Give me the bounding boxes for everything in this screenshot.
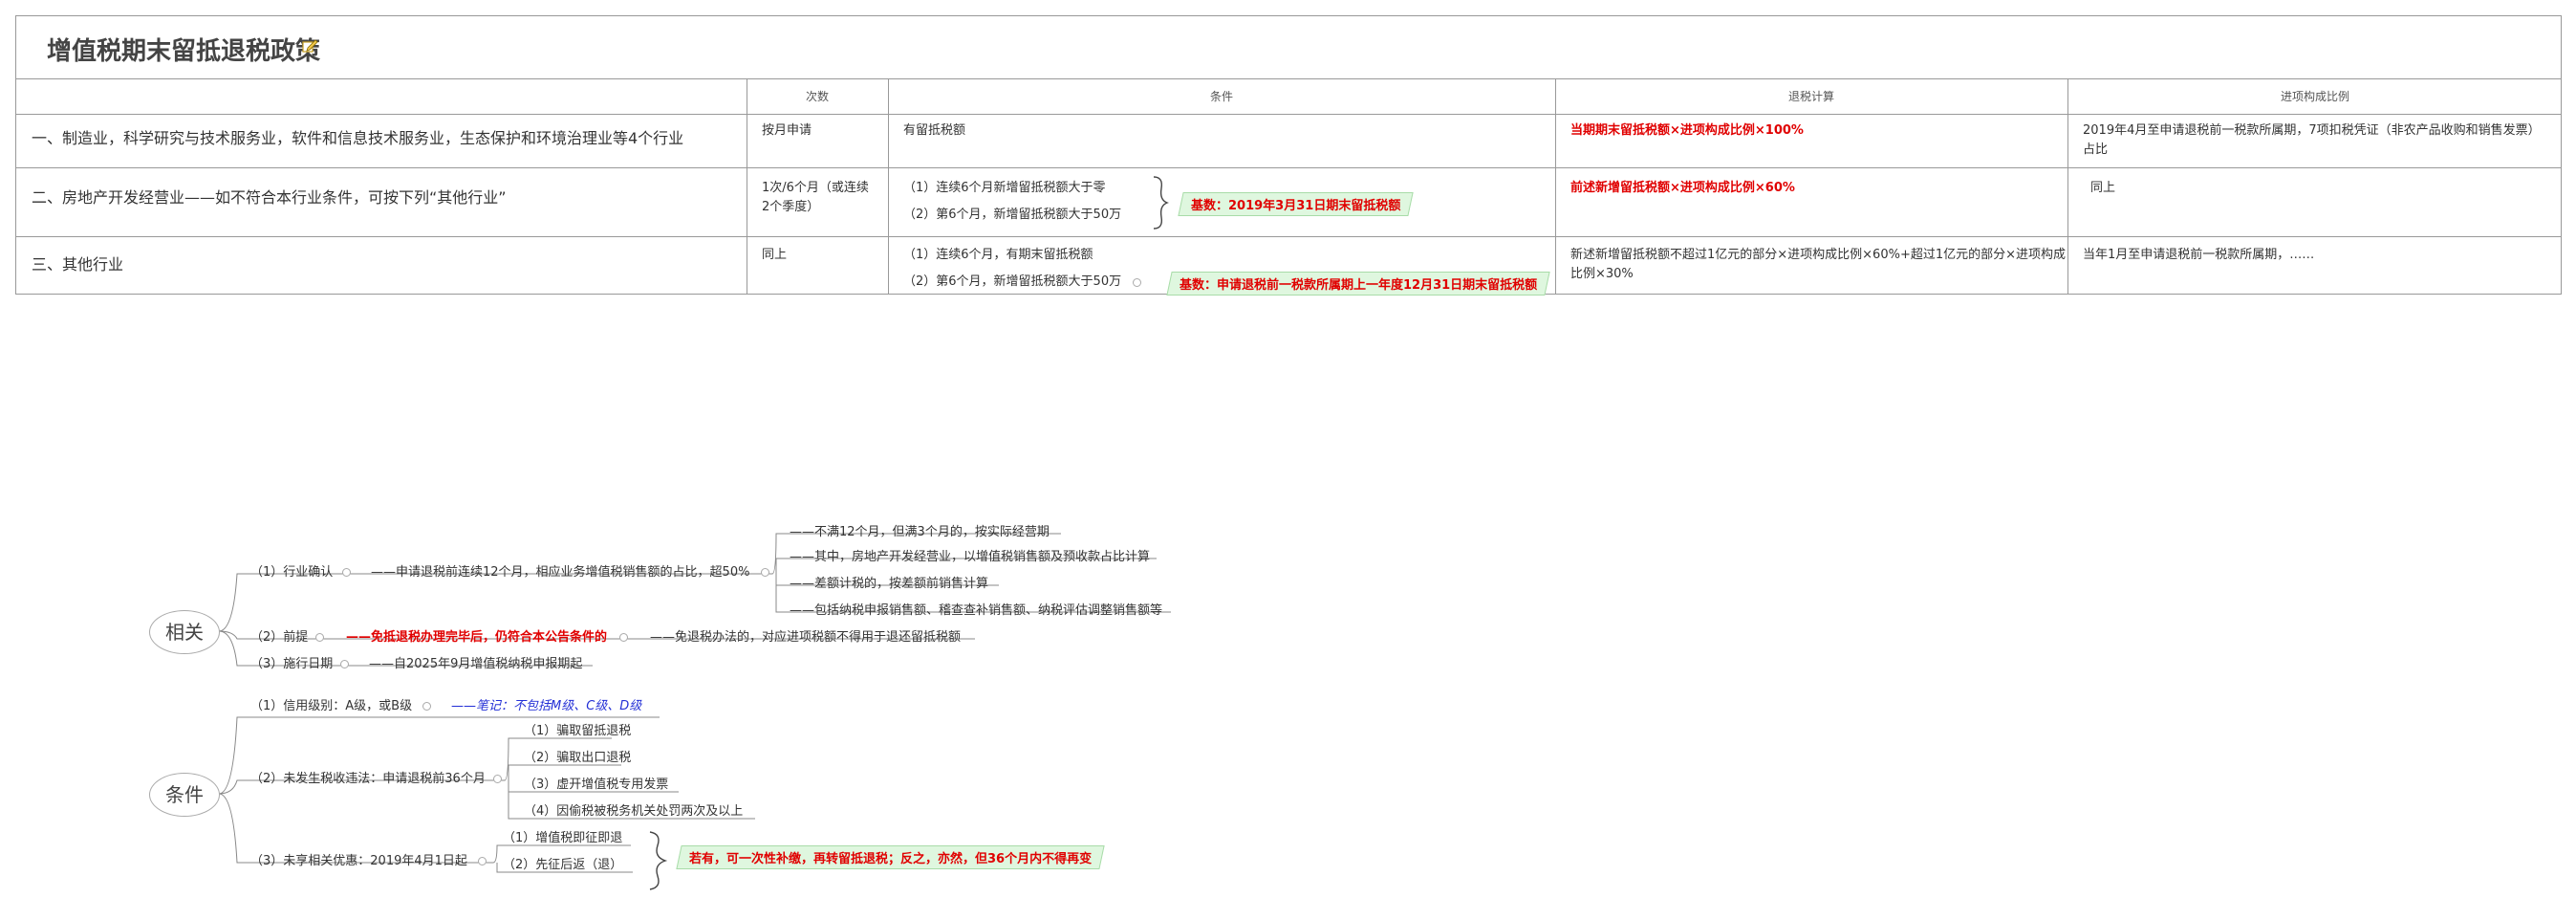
node-premise[interactable]: （2）前提 [250, 629, 308, 646]
industry-cell: 三、其他行业 [32, 255, 124, 274]
policy-table: 增值税期末留抵退税政策 次数 条件 退税计算 进项构成比例 一、制造业，科学研究… [15, 15, 2562, 296]
base-note-text: 基数：申请退税前一税款所属期上一年度12月31日期末留抵税额 [1180, 278, 1538, 293]
refund-calc-cell: 当期期末留抵税额×进项构成比例×100% [1570, 123, 1804, 138]
header-refund-calc: 退税计算 [1787, 90, 1834, 103]
node-premise-note[interactable]: ——免抵退税办理完毕后，仍符合本公告条件的 [346, 629, 607, 646]
frequency-cell: 按月申请 [762, 123, 812, 138]
header-frequency: 次数 [805, 90, 829, 103]
node-industry-confirm[interactable]: （1）行业确认 [250, 564, 333, 581]
base-note-tag: 基数：申请退税前一税款所属期上一年度12月31日期末留抵税额 [1166, 272, 1550, 296]
node-violation-item[interactable]: （2）骗取出口退税 [524, 750, 631, 767]
condition-item: （2）第6个月，新增留抵税额大于50万 [903, 208, 1122, 222]
condition-item: （2）第6个月，新增留抵税额大于50万 [903, 274, 1122, 289]
edit-note-icon[interactable] [301, 37, 318, 55]
collapse-toggle[interactable] [422, 702, 431, 711]
condition-item: （1）连续6个月，有期末留抵税额 [903, 248, 1093, 262]
header-input-ratio: 进项构成比例 [2280, 90, 2349, 103]
node-credit-level[interactable]: （1）信用级别：A级，或B级 [250, 698, 412, 715]
collapse-toggle[interactable] [478, 857, 487, 865]
title-bar: 增值税期末留抵退税政策 [16, 16, 2561, 79]
node-violation-item[interactable]: （1）骗取留抵退税 [524, 723, 631, 740]
node-credit-note[interactable]: ——笔记：不包括M级、C级、D级 [451, 698, 641, 715]
base-note-tag: 基数：2019年3月31日期末留抵税额 [1178, 192, 1414, 216]
collapse-toggle[interactable] [619, 633, 628, 642]
industry-cell: 一、制造业，科学研究与技术服务业，软件和信息技术服务业，生态保护和环境治理业等4… [32, 129, 684, 147]
collapse-toggle[interactable] [340, 660, 349, 668]
industry-cell: 二、房地产开发经营业——如不符合本行业条件，可按下列“其他行业” [32, 188, 507, 207]
brace-icon [649, 831, 668, 890]
page-title: 增值税期末留抵退税政策 [47, 37, 321, 66]
collapse-toggle[interactable] [493, 775, 502, 783]
mind-map: 相关 （1）行业确认 ——申请退税前连续12个月，相应业务增值税销售额的占比，超… [0, 497, 2576, 898]
collapse-toggle[interactable] [342, 568, 351, 577]
collapse-toggle[interactable] [1133, 278, 1141, 287]
root-node-related[interactable]: 相关 [149, 610, 220, 654]
node-industry-sub[interactable]: ——不满12个月，但满3个月的，按实际经营期 [790, 524, 1050, 541]
node-industry-sub[interactable]: ——包括纳税申报销售额、稽查查补销售额、纳税评估调整销售额等 [790, 602, 1162, 620]
node-industry-sub[interactable]: ——差额计税的，按差额前销售计算 [790, 576, 988, 593]
row-divider [16, 114, 2561, 115]
node-benefit-item[interactable]: （1）增值税即征即退 [503, 830, 622, 847]
benefit-note-tag[interactable]: 若有，可一次性补缴，再转留抵退税；反之，亦然，但36个月内不得再变 [676, 845, 1105, 869]
node-no-benefit[interactable]: （3）未享相关优惠：2019年4月1日起 [250, 853, 467, 870]
row-divider [16, 236, 2561, 237]
input-ratio-cell: 2019年4月至申请退税前一税款所属期，7项扣税凭证（非农产品收购和销售发票）占… [2083, 123, 2541, 157]
collapse-toggle[interactable] [315, 633, 324, 642]
input-ratio-cell: 同上 [2090, 181, 2116, 195]
benefit-note-text: 若有，可一次性补缴，再转留抵退税；反之，亦然，但36个月内不得再变 [689, 852, 1093, 866]
condition-item: （1）连续6个月新增留抵税额大于零 [903, 181, 1106, 195]
node-effective-date-note[interactable]: ——自2025年9月增值税纳税申报期起 [369, 656, 582, 673]
node-premise-sub[interactable]: ——免退税办法的，对应进项税额不得用于退还留抵税额 [650, 629, 961, 646]
row-divider [16, 167, 2561, 168]
frequency-cell: 1次/6个月（或连续2个季度） [762, 181, 869, 214]
collapse-toggle[interactable] [761, 568, 769, 577]
refund-calc-cell: 前述新增留抵税额×进项构成比例×60% [1570, 181, 1795, 195]
node-violation-item[interactable]: （4）因偷税被税务机关处罚两次及以上 [524, 803, 743, 821]
node-benefit-item[interactable]: （2）先征后返（退） [503, 857, 622, 874]
condition-cell: 有留抵税额 [903, 123, 966, 138]
input-ratio-cell: 当年1月至申请退税前一税款所属期，…… [2083, 248, 2315, 262]
node-no-violation[interactable]: （2）未发生税收违法：申请退税前36个月 [250, 771, 486, 788]
header-conditions: 条件 [1209, 90, 1233, 103]
node-industry-confirm-note[interactable]: ——申请退税前连续12个月，相应业务增值税销售额的占比，超50% [371, 564, 749, 581]
root-node-conditions[interactable]: 条件 [149, 773, 220, 817]
frequency-cell: 同上 [762, 248, 788, 262]
brace-icon [1153, 176, 1169, 230]
refund-calc-cell: 新述新增留抵税额不超过1亿元的部分×进项构成比例×60%+超过1亿元的部分×进项… [1570, 248, 2067, 281]
node-effective-date[interactable]: （3）施行日期 [250, 656, 333, 673]
base-note-text: 基数：2019年3月31日期末留抵税额 [1191, 199, 1401, 213]
node-violation-item[interactable]: （3）虚开增值税专用发票 [524, 777, 668, 794]
node-industry-sub[interactable]: ——其中，房地产开发经营业，以增值税销售额及预收款占比计算 [790, 549, 1150, 566]
